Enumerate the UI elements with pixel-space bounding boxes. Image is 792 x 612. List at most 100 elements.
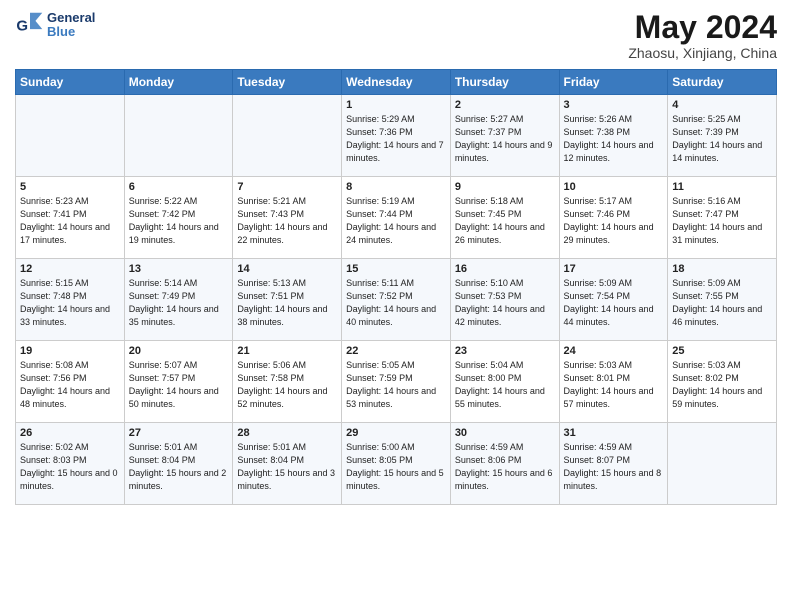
- day-info: Sunrise: 5:00 AM Sunset: 8:05 PM Dayligh…: [346, 441, 446, 493]
- calendar-cell: 14 Sunrise: 5:13 AM Sunset: 7:51 PM Dayli…: [233, 259, 342, 341]
- day-number: 2: [455, 99, 555, 111]
- day-info: Sunrise: 5:11 AM Sunset: 7:52 PM Dayligh…: [346, 277, 446, 329]
- header: G General Blue May 2024 Zhaosu, Xinjiang…: [15, 10, 777, 61]
- logo: G General Blue: [15, 10, 95, 40]
- day-info: Sunrise: 5:03 AM Sunset: 8:01 PM Dayligh…: [564, 359, 664, 411]
- calendar-cell: 1 Sunrise: 5:29 AM Sunset: 7:36 PM Daylig…: [342, 95, 451, 177]
- calendar-cell: 18Sunrise: 5:09 AM Sunset: 7:55 PM Dayli…: [668, 259, 777, 341]
- page: G General Blue May 2024 Zhaosu, Xinjiang…: [0, 0, 792, 515]
- svg-text:G: G: [16, 17, 28, 34]
- day-number: 14: [237, 263, 337, 275]
- day-info: Sunrise: 5:29 AM Sunset: 7:36 PM Dayligh…: [346, 113, 446, 165]
- day-number: 19: [20, 345, 120, 357]
- day-number: 1: [346, 99, 446, 111]
- day-info: Sunrise: 5:03 AM Sunset: 8:02 PM Dayligh…: [672, 359, 772, 411]
- day-number: 24: [564, 345, 664, 357]
- calendar-cell: 28 Sunrise: 5:01 AM Sunset: 8:04 PM Dayli…: [233, 423, 342, 505]
- calendar-cell: 21Sunrise: 5:06 AM Sunset: 7:58 PM Dayli…: [233, 341, 342, 423]
- calendar-cell: 31 Sunrise: 4:59 AM Sunset: 8:07 PM Dayli…: [559, 423, 668, 505]
- calendar-week-row: 19 Sunrise: 5:08 AM Sunset: 7:56 PM Dayli…: [16, 341, 777, 423]
- day-number: 20: [129, 345, 229, 357]
- calendar-week-row: 5 Sunrise: 5:23 AM Sunset: 7:41 PM Daylig…: [16, 177, 777, 259]
- day-info: Sunrise: 5:13 AM Sunset: 7:51 PM Dayligh…: [237, 277, 337, 329]
- day-info: Sunrise: 5:09 AM Sunset: 7:54 PM Dayligh…: [564, 277, 664, 329]
- general-blue-logo-icon: G: [15, 10, 45, 40]
- day-info: Sunrise: 5:19 AM Sunset: 7:44 PM Dayligh…: [346, 195, 446, 247]
- day-number: 28: [237, 427, 337, 439]
- calendar-cell: [233, 95, 342, 177]
- day-info: Sunrise: 5:15 AM Sunset: 7:48 PM Dayligh…: [20, 277, 120, 329]
- day-info: Sunrise: 5:23 AM Sunset: 7:41 PM Dayligh…: [20, 195, 120, 247]
- day-number: 22: [346, 345, 446, 357]
- calendar-cell: 5 Sunrise: 5:23 AM Sunset: 7:41 PM Daylig…: [16, 177, 125, 259]
- day-info: Sunrise: 4:59 AM Sunset: 8:07 PM Dayligh…: [564, 441, 664, 493]
- day-number: 9: [455, 181, 555, 193]
- calendar-cell: 23Sunrise: 5:04 AM Sunset: 8:00 PM Dayli…: [450, 341, 559, 423]
- logo-general: General: [47, 11, 95, 25]
- weekday-header-monday: Monday: [124, 70, 233, 95]
- calendar-cell: 15 Sunrise: 5:11 AM Sunset: 7:52 PM Dayli…: [342, 259, 451, 341]
- calendar-cell: 16Sunrise: 5:10 AM Sunset: 7:53 PM Dayli…: [450, 259, 559, 341]
- weekday-header-wednesday: Wednesday: [342, 70, 451, 95]
- day-info: Sunrise: 5:16 AM Sunset: 7:47 PM Dayligh…: [672, 195, 772, 247]
- calendar-week-row: 12Sunrise: 5:15 AM Sunset: 7:48 PM Dayli…: [16, 259, 777, 341]
- day-info: Sunrise: 5:10 AM Sunset: 7:53 PM Dayligh…: [455, 277, 555, 329]
- calendar-cell: 26 Sunrise: 5:02 AM Sunset: 8:03 PM Dayli…: [16, 423, 125, 505]
- calendar-cell: 9 Sunrise: 5:18 AM Sunset: 7:45 PM Daylig…: [450, 177, 559, 259]
- day-number: 15: [346, 263, 446, 275]
- day-info: Sunrise: 5:18 AM Sunset: 7:45 PM Dayligh…: [455, 195, 555, 247]
- calendar-table: SundayMondayTuesdayWednesdayThursdayFrid…: [15, 69, 777, 505]
- calendar-cell: 24 Sunrise: 5:03 AM Sunset: 8:01 PM Dayli…: [559, 341, 668, 423]
- calendar-week-row: 1 Sunrise: 5:29 AM Sunset: 7:36 PM Daylig…: [16, 95, 777, 177]
- title-block: May 2024 Zhaosu, Xinjiang, China: [628, 10, 777, 61]
- day-number: 5: [20, 181, 120, 193]
- calendar-cell: [16, 95, 125, 177]
- calendar-cell: 12Sunrise: 5:15 AM Sunset: 7:48 PM Dayli…: [16, 259, 125, 341]
- day-number: 13: [129, 263, 229, 275]
- calendar-cell: 29Sunrise: 5:00 AM Sunset: 8:05 PM Dayli…: [342, 423, 451, 505]
- day-info: Sunrise: 5:04 AM Sunset: 8:00 PM Dayligh…: [455, 359, 555, 411]
- weekday-header-thursday: Thursday: [450, 70, 559, 95]
- day-info: Sunrise: 4:59 AM Sunset: 8:06 PM Dayligh…: [455, 441, 555, 493]
- calendar-week-row: 26 Sunrise: 5:02 AM Sunset: 8:03 PM Dayli…: [16, 423, 777, 505]
- day-number: 25: [672, 345, 772, 357]
- day-info: Sunrise: 5:22 AM Sunset: 7:42 PM Dayligh…: [129, 195, 229, 247]
- day-number: 30: [455, 427, 555, 439]
- weekday-header-friday: Friday: [559, 70, 668, 95]
- day-number: 3: [564, 99, 664, 111]
- day-info: Sunrise: 5:21 AM Sunset: 7:43 PM Dayligh…: [237, 195, 337, 247]
- day-number: 7: [237, 181, 337, 193]
- calendar-cell: 10 Sunrise: 5:17 AM Sunset: 7:46 PM Dayli…: [559, 177, 668, 259]
- location-subtitle: Zhaosu, Xinjiang, China: [628, 45, 777, 61]
- day-number: 6: [129, 181, 229, 193]
- day-info: Sunrise: 5:27 AM Sunset: 7:37 PM Dayligh…: [455, 113, 555, 165]
- day-info: Sunrise: 5:05 AM Sunset: 7:59 PM Dayligh…: [346, 359, 446, 411]
- calendar-cell: 22 Sunrise: 5:05 AM Sunset: 7:59 PM Dayli…: [342, 341, 451, 423]
- calendar-cell: 6 Sunrise: 5:22 AM Sunset: 7:42 PM Daylig…: [124, 177, 233, 259]
- weekday-header-saturday: Saturday: [668, 70, 777, 95]
- day-number: 4: [672, 99, 772, 111]
- day-number: 8: [346, 181, 446, 193]
- calendar-cell: 13 Sunrise: 5:14 AM Sunset: 7:49 PM Dayli…: [124, 259, 233, 341]
- day-info: Sunrise: 5:14 AM Sunset: 7:49 PM Dayligh…: [129, 277, 229, 329]
- day-number: 31: [564, 427, 664, 439]
- calendar-cell: 11Sunrise: 5:16 AM Sunset: 7:47 PM Dayli…: [668, 177, 777, 259]
- calendar-cell: 19 Sunrise: 5:08 AM Sunset: 7:56 PM Dayli…: [16, 341, 125, 423]
- calendar-cell: 27 Sunrise: 5:01 AM Sunset: 8:04 PM Dayli…: [124, 423, 233, 505]
- day-info: Sunrise: 5:09 AM Sunset: 7:55 PM Dayligh…: [672, 277, 772, 329]
- day-info: Sunrise: 5:01 AM Sunset: 8:04 PM Dayligh…: [129, 441, 229, 493]
- day-info: Sunrise: 5:25 AM Sunset: 7:39 PM Dayligh…: [672, 113, 772, 165]
- day-info: Sunrise: 5:08 AM Sunset: 7:56 PM Dayligh…: [20, 359, 120, 411]
- calendar-cell: 25 Sunrise: 5:03 AM Sunset: 8:02 PM Dayli…: [668, 341, 777, 423]
- calendar-cell: [124, 95, 233, 177]
- day-number: 10: [564, 181, 664, 193]
- day-info: Sunrise: 5:06 AM Sunset: 7:58 PM Dayligh…: [237, 359, 337, 411]
- day-number: 17: [564, 263, 664, 275]
- day-number: 27: [129, 427, 229, 439]
- day-number: 26: [20, 427, 120, 439]
- day-info: Sunrise: 5:17 AM Sunset: 7:46 PM Dayligh…: [564, 195, 664, 247]
- day-info: Sunrise: 5:26 AM Sunset: 7:38 PM Dayligh…: [564, 113, 664, 165]
- day-info: Sunrise: 5:02 AM Sunset: 8:03 PM Dayligh…: [20, 441, 120, 493]
- weekday-header-row: SundayMondayTuesdayWednesdayThursdayFrid…: [16, 70, 777, 95]
- day-info: Sunrise: 5:01 AM Sunset: 8:04 PM Dayligh…: [237, 441, 337, 493]
